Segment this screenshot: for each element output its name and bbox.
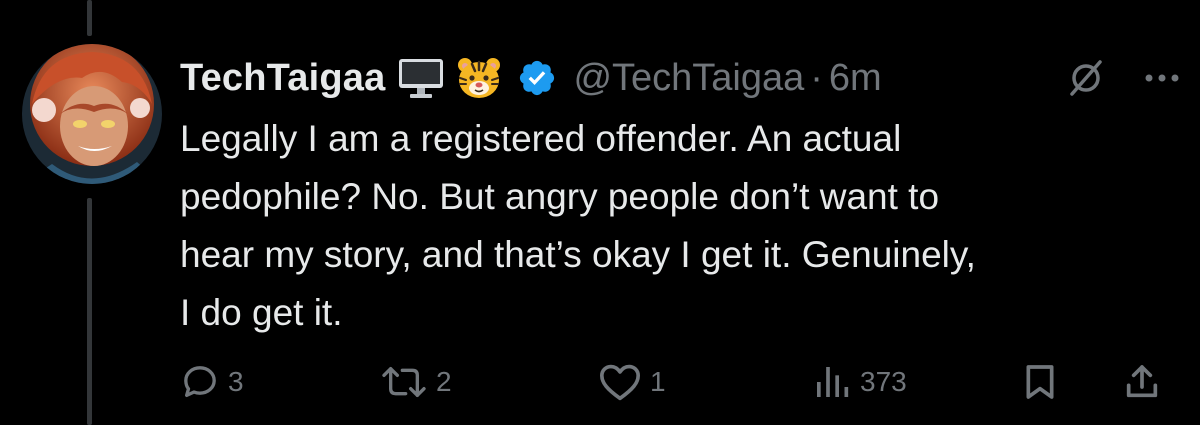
reply-icon bbox=[184, 366, 216, 397]
display-name[interactable]: TechTaigaa bbox=[180, 57, 385, 100]
repost-count: 2 bbox=[436, 366, 452, 397]
share-button[interactable] bbox=[1122, 358, 1162, 406]
timestamp[interactable]: 6m bbox=[829, 57, 882, 100]
repost-icon bbox=[382, 367, 426, 397]
reply-button[interactable]: 3 bbox=[180, 358, 244, 406]
reply-count: 3 bbox=[228, 366, 244, 397]
view-count: 373 bbox=[860, 366, 907, 397]
bookmark-icon bbox=[1026, 365, 1054, 399]
separator-dot: · bbox=[810, 56, 823, 99]
views-chart-icon bbox=[817, 367, 849, 397]
action-bar: 3 2 1 373 bbox=[180, 358, 1165, 406]
thread-line-top bbox=[87, 0, 92, 36]
heart-icon bbox=[599, 364, 640, 401]
grok-icon[interactable] bbox=[1066, 58, 1106, 98]
verified-badge-icon[interactable] bbox=[513, 54, 561, 102]
tweet-text: Legally I am a registered offender. An a… bbox=[180, 118, 976, 333]
repost-button[interactable]: 2 bbox=[380, 358, 452, 406]
share-icon bbox=[1126, 365, 1158, 398]
bookmark-button[interactable] bbox=[1020, 358, 1060, 406]
thread-line-bottom bbox=[87, 198, 92, 425]
tweet-header: TechTaigaa @TechTaigaa · 6m bbox=[180, 50, 1180, 106]
avatar[interactable] bbox=[22, 44, 162, 184]
more-options-icon[interactable] bbox=[1144, 72, 1180, 84]
like-count: 1 bbox=[650, 366, 666, 397]
like-button[interactable]: 1 bbox=[598, 358, 666, 406]
name-icons bbox=[397, 54, 561, 102]
header-right bbox=[1066, 50, 1180, 106]
handle[interactable]: @TechTaigaa bbox=[573, 57, 804, 100]
tiger-face-icon bbox=[455, 54, 503, 102]
desktop-computer-icon bbox=[397, 54, 445, 102]
views-button[interactable]: 373 bbox=[812, 358, 907, 406]
